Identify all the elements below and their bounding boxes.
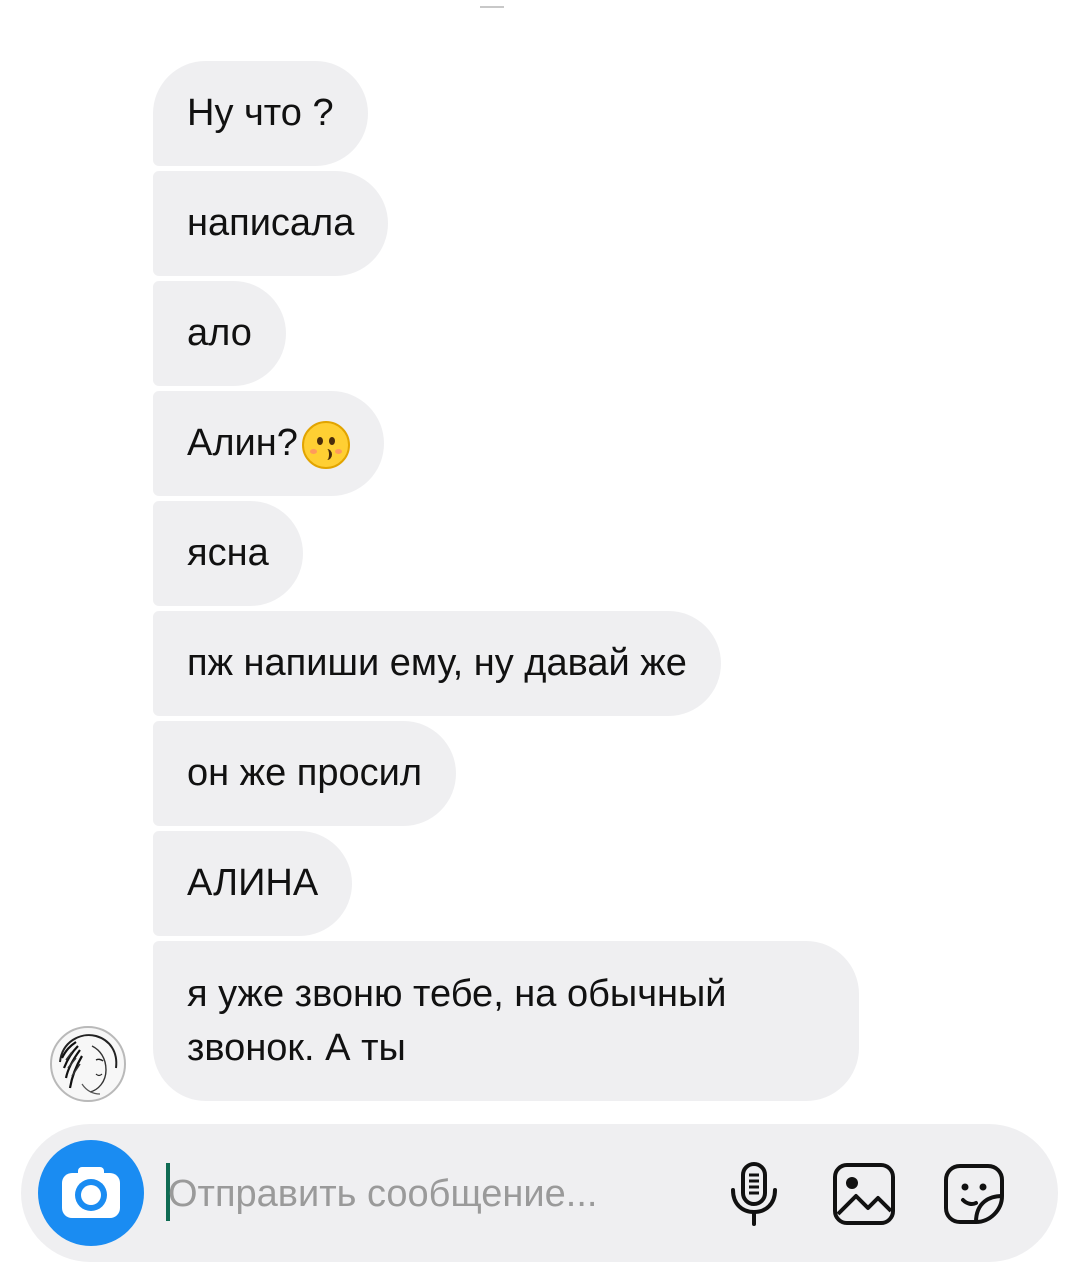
message-input[interactable] <box>168 1166 688 1222</box>
kissing-face-emoji-icon <box>301 420 350 469</box>
sticker-button[interactable] <box>938 1158 1010 1230</box>
message-bubble[interactable]: я уже звоню тебе, на обычный звонок. А т… <box>153 941 859 1101</box>
message-bubble[interactable]: Ну что ? <box>153 61 368 166</box>
message-bubble[interactable]: АЛИНА <box>153 831 353 936</box>
gallery-button[interactable] <box>828 1158 900 1230</box>
message-text: я уже звоню тебе, на обычный звонок. А т… <box>187 973 727 1069</box>
avatar-illustration-icon <box>59 1034 118 1095</box>
message-bubble[interactable]: ало <box>153 281 286 386</box>
message-thread: Ну что ? написала ало Алин? ясна пж напи… <box>153 61 913 1106</box>
message-text: он же просил <box>187 752 423 794</box>
message-text: Алин? <box>187 422 298 464</box>
voice-message-button[interactable] <box>718 1158 790 1230</box>
message-text: ало <box>187 312 252 354</box>
sticker-icon <box>944 1164 1004 1224</box>
gallery-icon <box>833 1163 895 1225</box>
contact-avatar[interactable] <box>50 1026 126 1102</box>
message-text: написала <box>187 202 355 244</box>
message-text: АЛИНА <box>187 862 319 904</box>
message-text: ясна <box>187 532 269 574</box>
microphone-icon <box>731 1162 777 1226</box>
message-bubble[interactable]: пж напиши ему, ну давай же <box>153 611 721 716</box>
message-bubble[interactable]: Алин? <box>153 391 384 496</box>
message-bubble[interactable]: ясна <box>153 501 303 606</box>
scroll-edge-fragment <box>480 0 504 8</box>
message-text: Ну что ? <box>187 92 334 134</box>
camera-button[interactable] <box>38 1140 144 1246</box>
camera-icon <box>62 1167 120 1218</box>
message-bubble[interactable]: написала <box>153 171 389 276</box>
message-text: пж напиши ему, ну давай же <box>187 642 687 684</box>
message-bubble[interactable]: он же просил <box>153 721 457 826</box>
